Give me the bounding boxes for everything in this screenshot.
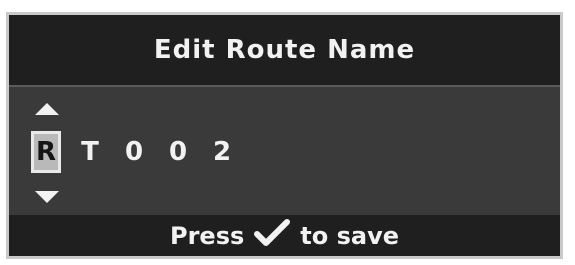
decrement-down-arrow-icon[interactable]: [35, 191, 59, 203]
route-name-dialog: Edit Route Name R T 0 0 2 Press to save: [6, 12, 563, 259]
save-hint: Press to save: [9, 215, 560, 256]
route-name-char-1[interactable]: R: [31, 131, 61, 173]
dialog-title: Edit Route Name: [153, 35, 416, 65]
checkmark-icon: [254, 218, 291, 253]
route-name-char-5[interactable]: 2: [207, 131, 237, 173]
save-hint-prefix: Press: [170, 221, 245, 250]
route-name-char-2[interactable]: T: [75, 131, 105, 173]
route-name-char-3[interactable]: 0: [119, 131, 149, 173]
save-hint-suffix: to save: [300, 221, 399, 250]
increment-up-arrow-icon[interactable]: [35, 103, 59, 115]
dialog-header: Edit Route Name: [9, 15, 560, 87]
route-name-editor: R T 0 0 2: [9, 87, 560, 219]
route-name-char-4[interactable]: 0: [163, 131, 193, 173]
route-name-characters: R T 0 0 2: [31, 131, 251, 173]
